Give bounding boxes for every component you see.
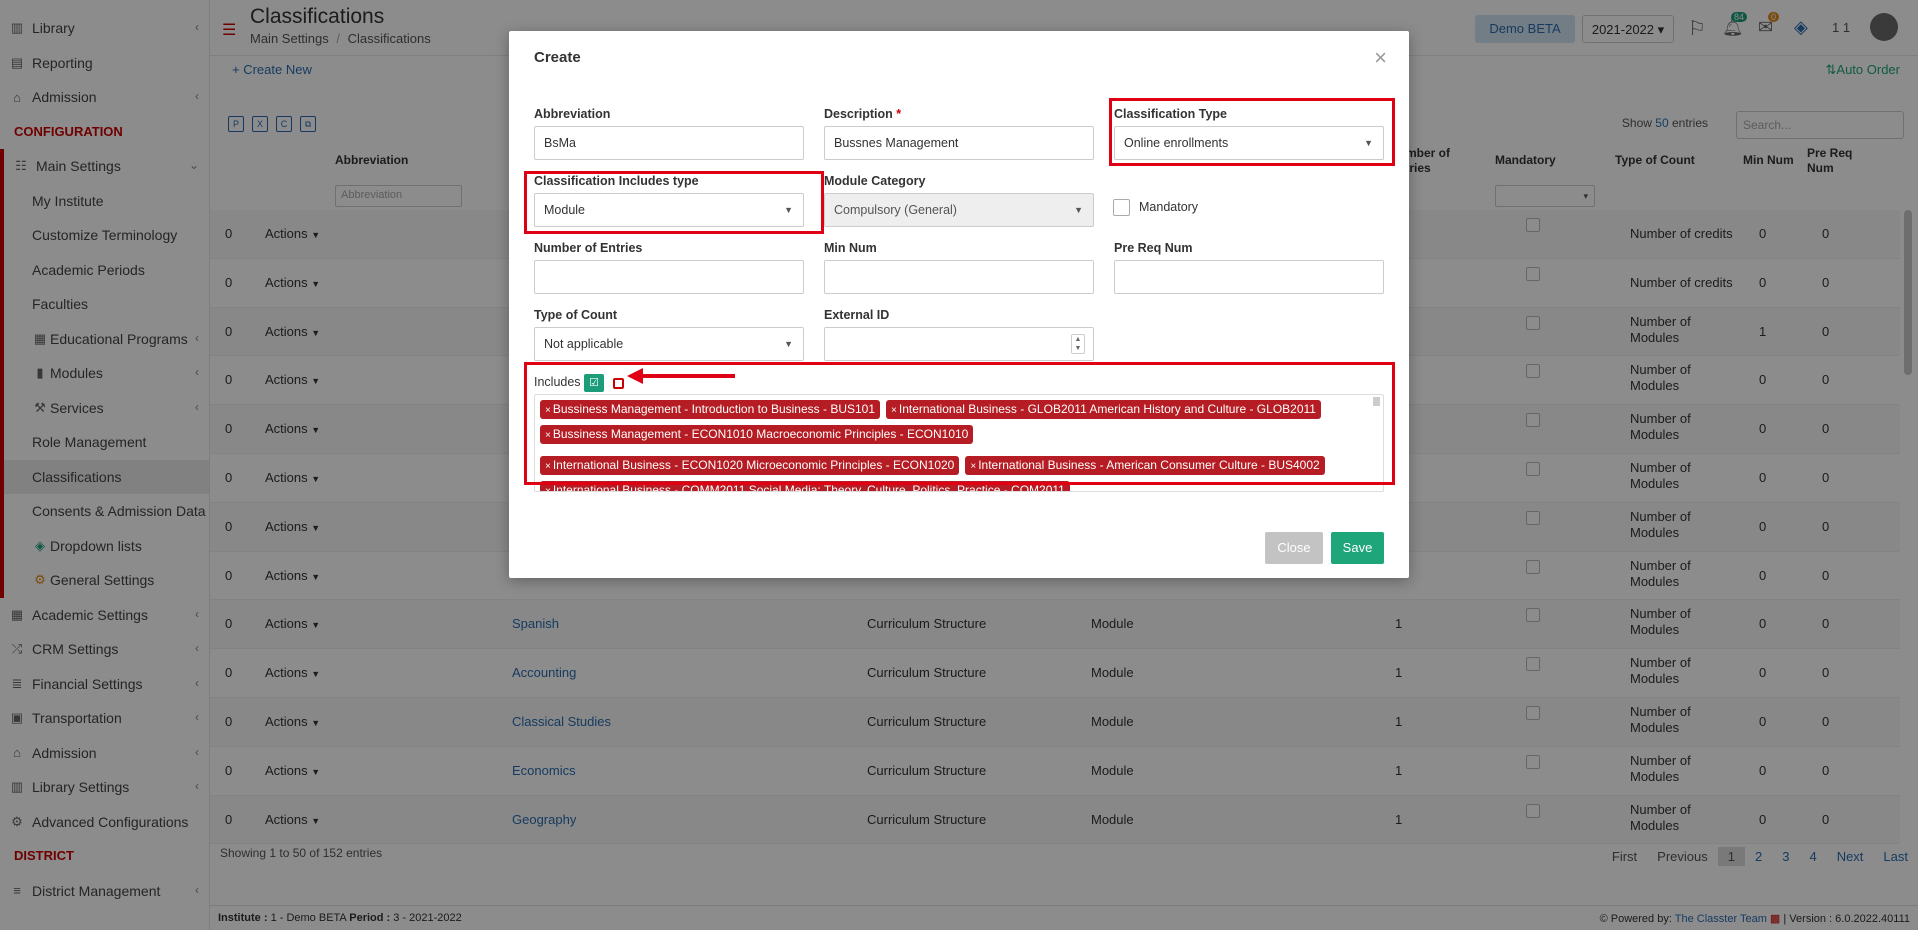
close-button[interactable]: Close [1265, 532, 1323, 564]
module-category-select: Compulsory (General) ▼ [824, 193, 1094, 227]
save-button[interactable]: Save [1331, 532, 1384, 564]
caret-down-icon: ▼ [784, 339, 793, 349]
external-id-label: External ID [824, 308, 890, 322]
close-icon[interactable]: × [1374, 45, 1387, 71]
annotation-box-classification-type [1109, 98, 1395, 166]
create-modal: Create × Abbreviation BsMa Description *… [509, 31, 1409, 578]
type-of-count-select[interactable]: Not applicable ▼ [534, 327, 804, 361]
mandatory-label: Mandatory [1139, 200, 1199, 214]
min-num-input[interactable] [824, 260, 1094, 294]
abbreviation-input[interactable]: BsMa [534, 126, 804, 160]
min-num-label: Min Num [824, 241, 877, 255]
mandatory-checkbox[interactable] [1113, 199, 1130, 216]
pre-req-input[interactable] [1114, 260, 1384, 294]
description-label: Description * [824, 107, 902, 121]
external-id-input[interactable]: ▲ ▼ [824, 327, 1094, 361]
remove-tag-icon[interactable]: × [545, 486, 551, 491]
number-entries-input[interactable] [534, 260, 804, 294]
pre-req-label: Pre Req Num [1114, 241, 1193, 255]
spinner-icon[interactable]: ▲ ▼ [1071, 334, 1085, 354]
number-entries-label: Number of Entries [534, 241, 643, 255]
caret-down-icon: ▼ [1074, 205, 1083, 215]
description-input[interactable]: Bussnes Management [824, 126, 1094, 160]
annotation-box-includes-type [524, 171, 824, 234]
annotation-arrow-head [627, 368, 643, 384]
annotation-box-includes [524, 362, 1395, 485]
module-category-label: Module Category [824, 174, 926, 188]
abbreviation-label: Abbreviation [534, 107, 611, 121]
annotation-arrow [641, 374, 735, 378]
modal-title: Create [534, 49, 581, 66]
type-of-count-label: Type of Count [534, 308, 618, 322]
